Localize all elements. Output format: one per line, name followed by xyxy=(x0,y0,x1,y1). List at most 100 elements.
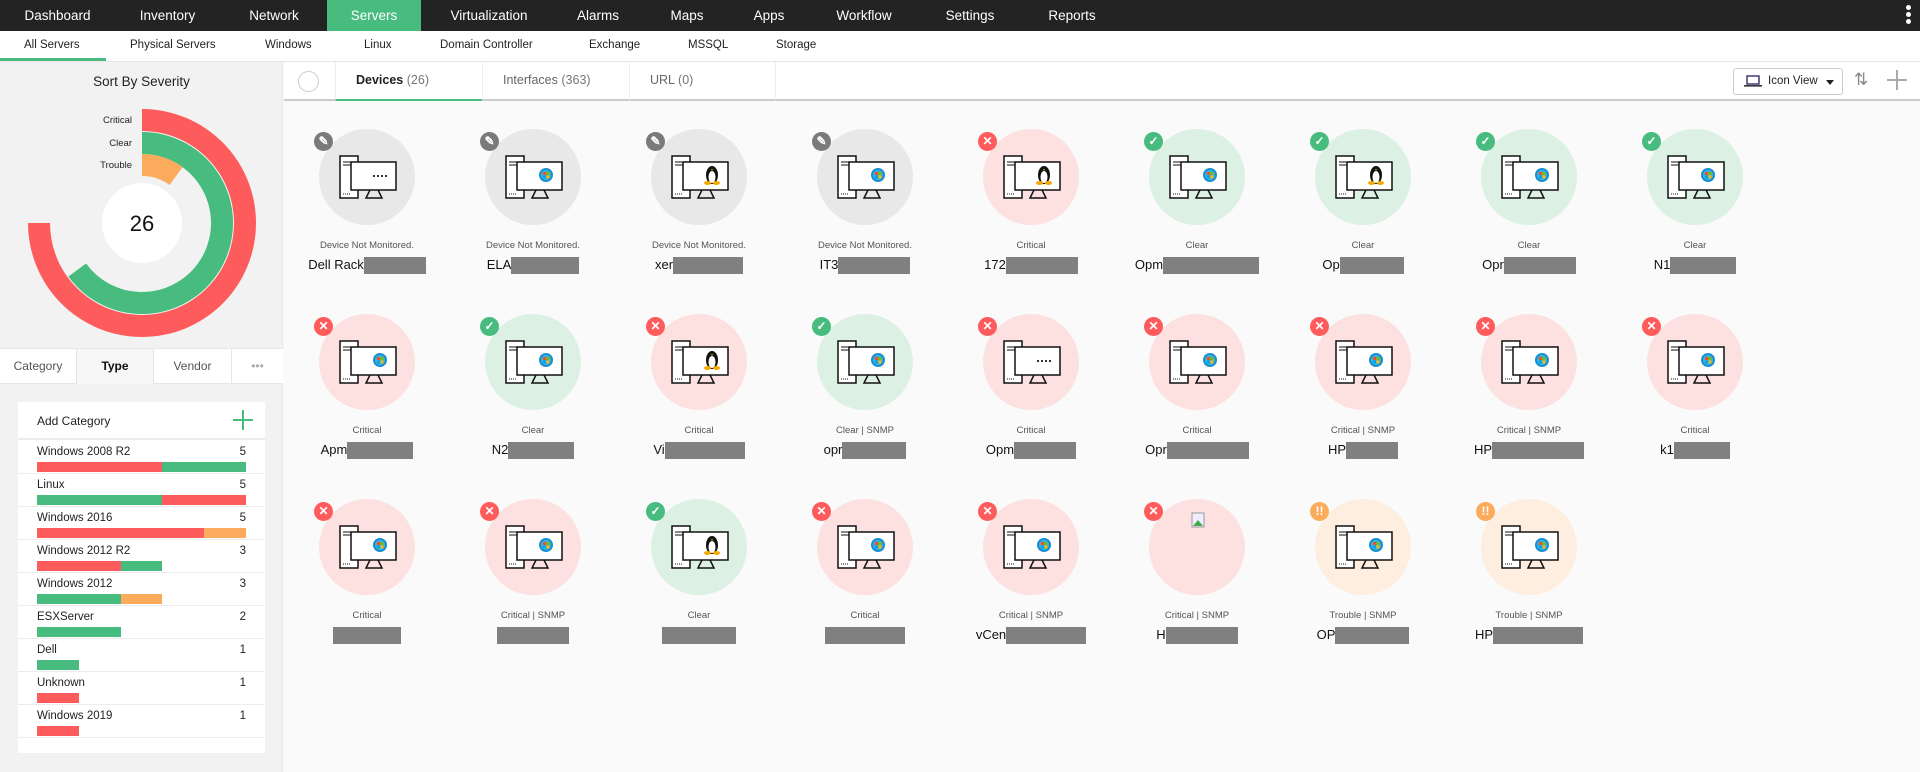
device-tile[interactable]: ✕ Critical 172 xyxy=(948,115,1114,295)
subnav-windows[interactable]: Windows xyxy=(265,31,312,62)
sort-icon[interactable]: ⇅ xyxy=(1854,70,1868,90)
nav-apps[interactable]: Apps xyxy=(733,0,805,31)
category-row[interactable]: Dell 1 xyxy=(18,639,265,672)
device-name[interactable]: HP xyxy=(1446,442,1612,460)
device-tile[interactable]: ✕ Critical xyxy=(284,485,450,665)
nav-network[interactable]: Network xyxy=(230,0,318,31)
device-name[interactable] xyxy=(450,627,616,645)
device-tile[interactable]: ✓ Clear Opm xyxy=(1114,115,1280,295)
device-tile[interactable]: ✕ Critical | SNMP H xyxy=(1114,485,1280,665)
device-tile[interactable]: ✎ Device Not Monitored. Dell Rack xyxy=(284,115,450,295)
device-tile[interactable]: ✕ Critical | SNMP xyxy=(450,485,616,665)
device-tile[interactable]: ✓ Clear N1 xyxy=(1612,115,1778,295)
category-row[interactable]: Linux 5 xyxy=(18,474,265,507)
subnav-storage[interactable]: Storage xyxy=(776,31,816,62)
add-device-icon[interactable] xyxy=(1887,70,1907,90)
device-name[interactable]: Opr xyxy=(1114,442,1280,460)
device-tile[interactable]: !! Trouble | SNMP HP xyxy=(1446,485,1612,665)
device-name[interactable]: HP xyxy=(1280,442,1446,460)
device-name[interactable]: Dell Rack xyxy=(284,257,450,275)
device-name[interactable]: Opr xyxy=(1446,257,1612,275)
nav-workflow[interactable]: Workflow xyxy=(818,0,910,31)
device-tile[interactable]: ✎ Device Not Monitored. ELA xyxy=(450,115,616,295)
category-row[interactable]: Windows 2019 1 xyxy=(18,705,265,738)
nav-maps[interactable]: Maps xyxy=(650,0,724,31)
category-row[interactable]: Windows 2012 3 xyxy=(18,573,265,606)
tab-url[interactable]: URL (0) xyxy=(629,62,776,100)
device-tile[interactable]: ✎ Device Not Monitored. IT3 xyxy=(782,115,948,295)
nav-virtualization[interactable]: Virtualization xyxy=(430,0,548,31)
nav-reports[interactable]: Reports xyxy=(1030,0,1114,31)
category-row[interactable]: Windows 2008 R2 5 xyxy=(18,441,265,474)
subnav-physical-servers[interactable]: Physical Servers xyxy=(130,31,216,62)
nav-settings[interactable]: Settings xyxy=(928,0,1012,31)
device-name[interactable]: opr xyxy=(782,442,948,460)
add-category-plus-icon[interactable] xyxy=(233,410,253,430)
device-status-label: Critical | SNMP xyxy=(1496,425,1562,436)
more-options-icon[interactable] xyxy=(1906,5,1912,27)
device-name[interactable]: Apm xyxy=(284,442,450,460)
device-tile[interactable]: ✕ Critical Opr xyxy=(1114,300,1280,480)
category-row[interactable]: ESXServer 2 xyxy=(18,606,265,639)
device-name[interactable] xyxy=(284,627,450,645)
device-name-text: HP xyxy=(1327,442,1347,457)
tab-category[interactable]: Category xyxy=(0,349,77,384)
device-name[interactable] xyxy=(616,627,782,645)
device-name[interactable]: k1 xyxy=(1612,442,1778,460)
device-name[interactable]: 172 xyxy=(948,257,1114,275)
device-name[interactable]: N1 xyxy=(1612,257,1778,275)
device-name[interactable]: vCen xyxy=(948,627,1114,645)
pencil-icon: ✎ xyxy=(812,132,831,151)
tab-more[interactable]: ••• xyxy=(232,349,283,384)
device-total: 26 xyxy=(130,211,154,236)
device-icon xyxy=(671,525,731,578)
select-all-radio[interactable] xyxy=(298,71,319,92)
device-tile[interactable]: ✓ Clear Op xyxy=(1280,115,1446,295)
view-selector-dropdown[interactable]: Icon View xyxy=(1733,68,1843,95)
device-name[interactable]: ELA xyxy=(450,257,616,275)
device-tile[interactable]: ✓ Clear | SNMP opr xyxy=(782,300,948,480)
device-tile[interactable]: ✕ Critical | SNMP vCen xyxy=(948,485,1114,665)
device-tile[interactable]: ✎ Device Not Monitored. xer xyxy=(616,115,782,295)
category-row[interactable]: Windows 2016 5 xyxy=(18,507,265,540)
device-tile[interactable]: ✕ Critical k1 xyxy=(1612,300,1778,480)
category-row[interactable]: Windows 2012 R2 3 xyxy=(18,540,265,573)
device-name[interactable]: N2 xyxy=(450,442,616,460)
device-name[interactable]: Op xyxy=(1280,257,1446,275)
device-tile[interactable]: ✕ Critical Apm xyxy=(284,300,450,480)
device-name[interactable]: IT3 xyxy=(782,257,948,275)
nav-inventory[interactable]: Inventory xyxy=(120,0,215,31)
subnav-linux[interactable]: Linux xyxy=(364,31,392,62)
device-name[interactable]: Opm xyxy=(948,442,1114,460)
device-status-label: Critical | SNMP xyxy=(1164,610,1230,621)
device-name[interactable]: OP xyxy=(1280,627,1446,645)
device-tile[interactable]: ✓ Clear Opr xyxy=(1446,115,1612,295)
device-tile[interactable]: ✓ Clear xyxy=(616,485,782,665)
device-tile[interactable]: ✓ Clear N2 xyxy=(450,300,616,480)
device-tile[interactable]: ✕ Critical | SNMP HP xyxy=(1280,300,1446,480)
device-tile[interactable]: ✕ Critical Vi xyxy=(616,300,782,480)
nav-dashboard[interactable]: Dashboard xyxy=(10,0,105,31)
category-count: 5 xyxy=(239,479,246,491)
category-row[interactable]: Unknown 1 xyxy=(18,672,265,705)
nav-servers[interactable]: Servers xyxy=(327,0,421,31)
tab-interfaces[interactable]: Interfaces (363) xyxy=(482,62,629,100)
tab-vendor[interactable]: Vendor xyxy=(154,349,232,384)
device-tile[interactable]: ✕ Critical Opm xyxy=(948,300,1114,480)
tab-devices[interactable]: Devices (26) xyxy=(335,62,482,101)
subnav-exchange[interactable]: Exchange xyxy=(589,31,640,62)
device-icon xyxy=(837,525,897,578)
device-name[interactable]: HP xyxy=(1446,627,1612,645)
subnav-mssql[interactable]: MSSQL xyxy=(688,31,728,62)
device-name[interactable]: xer xyxy=(616,257,782,275)
device-name[interactable]: Vi xyxy=(616,442,782,460)
tab-type[interactable]: Type xyxy=(77,349,154,384)
device-tile[interactable]: ✕ Critical | SNMP HP xyxy=(1446,300,1612,480)
device-tile[interactable]: ✕ Critical xyxy=(782,485,948,665)
nav-alarms[interactable]: Alarms xyxy=(562,0,634,31)
subnav-domain-controller[interactable]: Domain Controller xyxy=(440,31,533,62)
device-name[interactable] xyxy=(782,627,948,645)
device-tile[interactable]: !! Trouble | SNMP OP xyxy=(1280,485,1446,665)
device-name[interactable]: H xyxy=(1114,627,1280,645)
device-name[interactable]: Opm xyxy=(1114,257,1280,275)
